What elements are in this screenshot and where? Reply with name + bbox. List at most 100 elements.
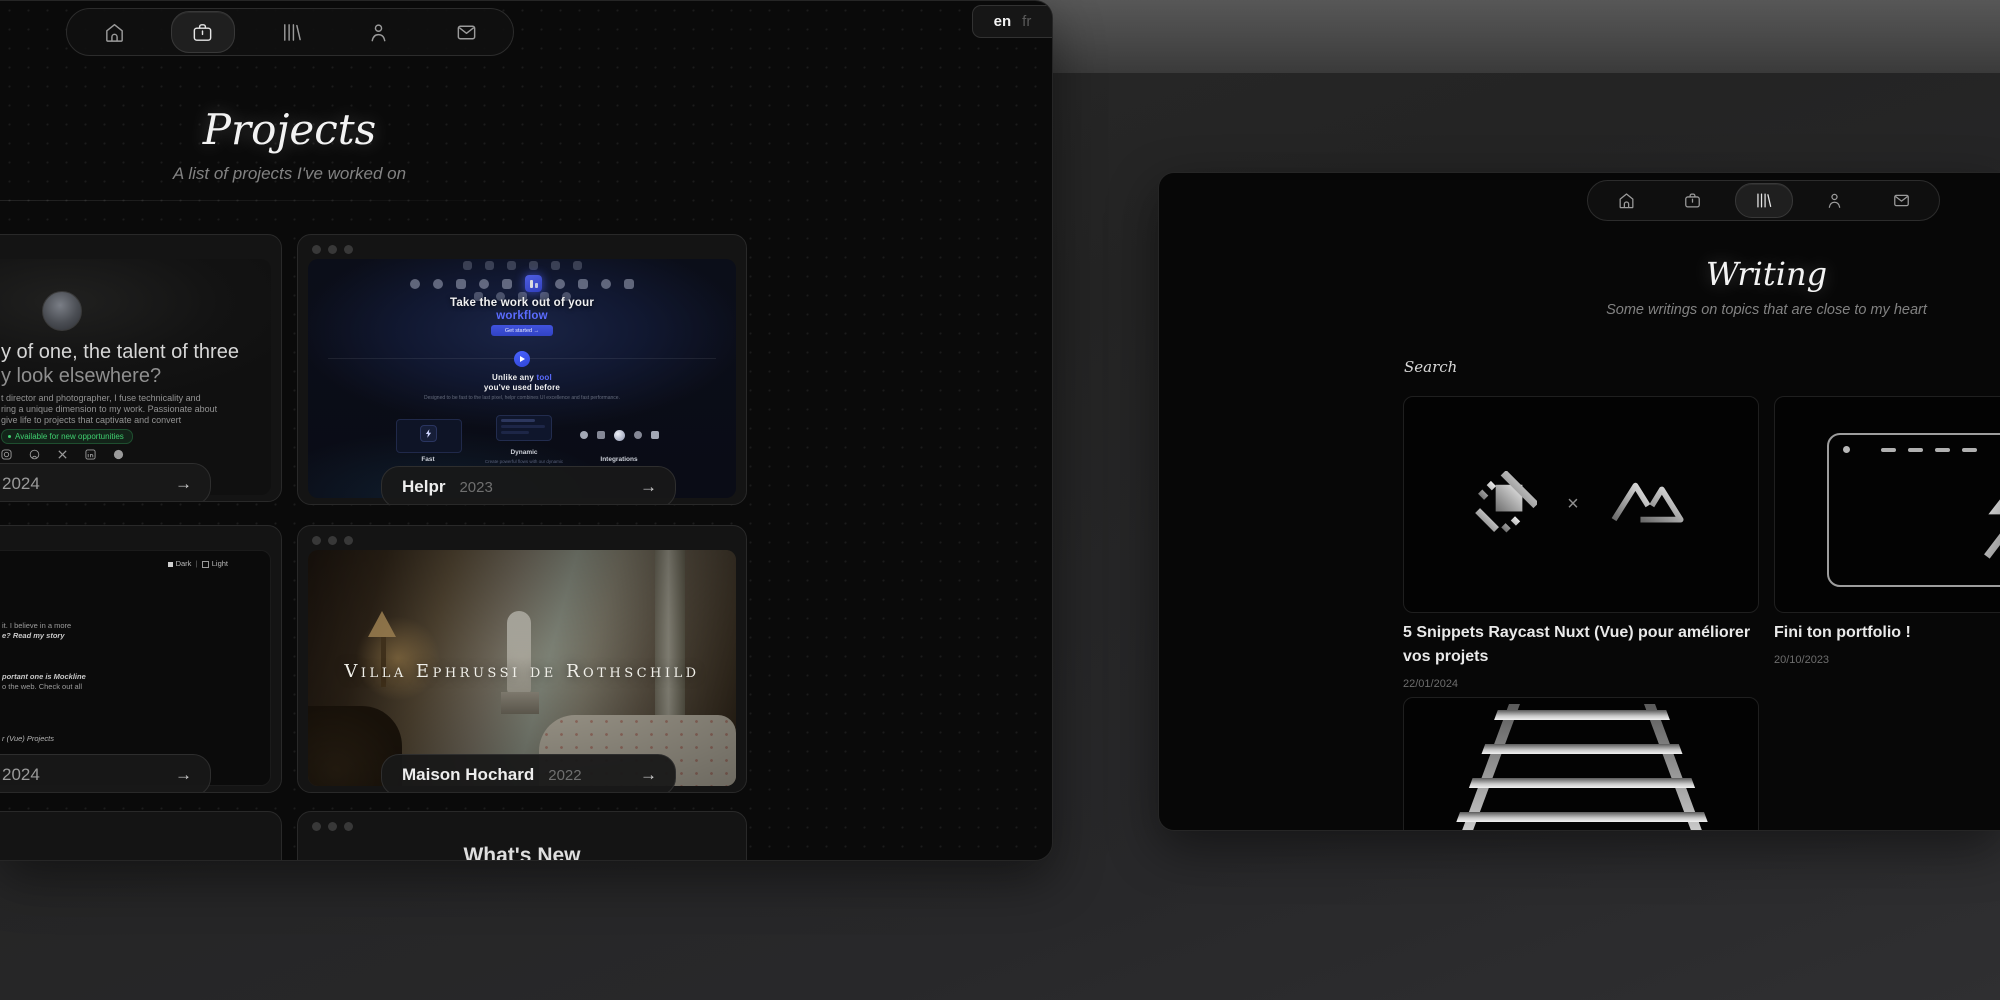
story-line1: it. I believe in a more	[2, 621, 71, 630]
window-dot	[344, 536, 353, 545]
feature-dynamic-card	[496, 415, 552, 441]
status-dot-icon	[8, 435, 11, 438]
social-icons-row	[1, 449, 124, 460]
arrow-right-icon: →	[640, 765, 657, 785]
feature-dynamic-sub: Create powerful flows with our dynamic	[485, 459, 563, 464]
helpr-hero-line2: workflow	[308, 310, 736, 322]
page-subtitle: Some writings on topics that are close t…	[1403, 302, 2000, 318]
feature-integrations-label: Integrations	[600, 456, 637, 463]
page-title: Writing	[1403, 255, 2000, 293]
maison-card-year: 2022	[548, 767, 581, 784]
maison-card-footer-link[interactable]: Maison Hochard 2022 →	[381, 754, 676, 793]
nuxt-logo-icon	[1609, 475, 1687, 534]
maison-overlay-title: Villa Ephrussi de Rothschild	[308, 661, 736, 682]
article-title-text[interactable]: 5 Snippets Raycast Nuxt (Vue) pour améli…	[1403, 621, 1763, 669]
social-circle-icon[interactable]	[113, 449, 124, 460]
arrow-right-icon: →	[640, 477, 657, 497]
instagram-icon[interactable]	[1, 449, 12, 460]
helpr-card-year: 2023	[459, 479, 492, 496]
window-dot	[312, 822, 321, 831]
availability-label: Available for new opportunities	[15, 432, 124, 441]
lang-en[interactable]: en	[994, 13, 1012, 30]
story-card-footer-link[interactable]: 2024 →	[0, 754, 211, 793]
avatar	[42, 291, 82, 331]
window-dot	[344, 822, 353, 831]
github-icon[interactable]	[29, 449, 40, 460]
intro-card-year: 2024	[2, 474, 40, 494]
article-card-portfolio[interactable]	[1774, 396, 2000, 613]
story-line5: r (Vue) Projects	[2, 734, 54, 743]
article-title: 5 Snippets Raycast Nuxt (Vue) pour améli…	[1403, 621, 1763, 696]
helpr-card-name: Helpr	[402, 477, 445, 497]
lang-fr[interactable]: fr	[1022, 13, 1031, 30]
helpr-micro-text: Designed to be fast to the last pixel, h…	[308, 395, 736, 401]
intro-screenshot: y of one, the talent of three y look els…	[0, 259, 271, 495]
app-icons-row	[308, 275, 736, 292]
feature-dynamic-label: Dynamic	[510, 449, 537, 456]
lightning-bolt-icon	[1957, 463, 2000, 568]
theme-toggle[interactable]: Dark | Light	[168, 559, 228, 568]
window-dot	[312, 536, 321, 545]
article-title-text[interactable]: Fini ton portfolio !	[1774, 621, 2000, 645]
project-card-story[interactable]: Dark | Light it. I believe in a more e? …	[0, 525, 282, 793]
helpr-sub-line2: you've used before	[308, 383, 736, 392]
article-date: 20/10/2023	[1774, 648, 2000, 672]
intro-body-line2: ring a unique dimension to my work. Pass…	[1, 404, 217, 414]
helpr-card-footer-link[interactable]: Helpr 2023 →	[381, 466, 676, 505]
window-dot	[312, 245, 321, 254]
helpr-screenshot: Take the work out of your workflow Get s…	[308, 259, 736, 498]
intro-body-line1: t director and photographer, I fuse tech…	[1, 393, 201, 403]
arrow-right-icon: →	[175, 474, 192, 494]
window-dot	[344, 245, 353, 254]
lightning-icon	[420, 425, 437, 442]
project-card-stub[interactable]	[0, 811, 282, 861]
article-date: 22/01/2024	[1403, 672, 1763, 696]
feature-fast-label: Fast	[421, 456, 434, 463]
header-divider	[0, 200, 620, 201]
helpr-hero-line1: Take the work out of your	[308, 297, 736, 309]
window-dot	[328, 245, 337, 254]
play-button-icon[interactable]	[514, 351, 530, 367]
app-icons-row	[308, 261, 736, 270]
story-line4: o the web. Check out all	[2, 682, 82, 691]
project-card-maison[interactable]: Villa Ephrussi de Rothschild Maison Hoch…	[297, 525, 747, 793]
page-subtitle: A list of projects I've worked on	[0, 164, 747, 184]
x-icon[interactable]	[57, 449, 68, 460]
maison-card-name: Maison Hochard	[402, 765, 534, 785]
traffic-dots	[312, 245, 353, 254]
article-card-ladder[interactable]	[1403, 697, 1759, 831]
maison-photo: Villa Ephrussi de Rothschild	[308, 550, 736, 786]
helpr-sub-accent: tool	[536, 373, 551, 382]
helpr-sub-line1: Unlike any	[492, 373, 536, 382]
integration-icons-row	[580, 431, 659, 441]
article-card-raycast-nuxt[interactable]: ×	[1403, 396, 1759, 613]
times-icon: ×	[1567, 493, 1579, 516]
traffic-dots	[312, 822, 353, 831]
story-line3: portant one is Mockline	[2, 672, 86, 681]
project-card-helpr[interactable]: Take the work out of your workflow Get s…	[297, 234, 747, 505]
traffic-dots	[312, 536, 353, 545]
writing-window: Writing Some writings on topics that are…	[1158, 172, 2000, 831]
helpr-cta-button[interactable]: Get started →	[491, 325, 553, 336]
arrow-right-icon: →	[175, 765, 192, 785]
helpr-app-icon	[525, 275, 542, 292]
intro-body-line3: give life to projects that captivate and…	[1, 415, 181, 425]
page-title: Projects	[0, 105, 747, 154]
story-card-year: 2024	[2, 765, 40, 785]
story-line2: e? Read my story	[2, 631, 65, 640]
search-label[interactable]: Search	[1404, 358, 1457, 376]
article-title: Fini ton portfolio ! 20/10/2023	[1774, 621, 2000, 672]
project-card-whats-new[interactable]: What's New	[297, 811, 747, 861]
intro-heading-line1: y of one, the talent of three	[1, 341, 239, 364]
ladder-illustration-icon	[1404, 698, 1759, 831]
intro-card-footer-link[interactable]: 2024 →	[0, 463, 211, 502]
intro-heading-line2: y look elsewhere?	[1, 365, 161, 388]
raycast-logo-icon	[1475, 471, 1537, 538]
whats-new-title: What's New	[298, 844, 746, 861]
light-swatch-icon	[202, 561, 209, 568]
dark-swatch-icon	[168, 562, 173, 567]
linkedin-icon[interactable]	[85, 449, 96, 460]
window-dot	[328, 822, 337, 831]
language-switcher: en fr	[972, 5, 1052, 38]
project-card-intro[interactable]: y of one, the talent of three y look els…	[0, 234, 282, 502]
